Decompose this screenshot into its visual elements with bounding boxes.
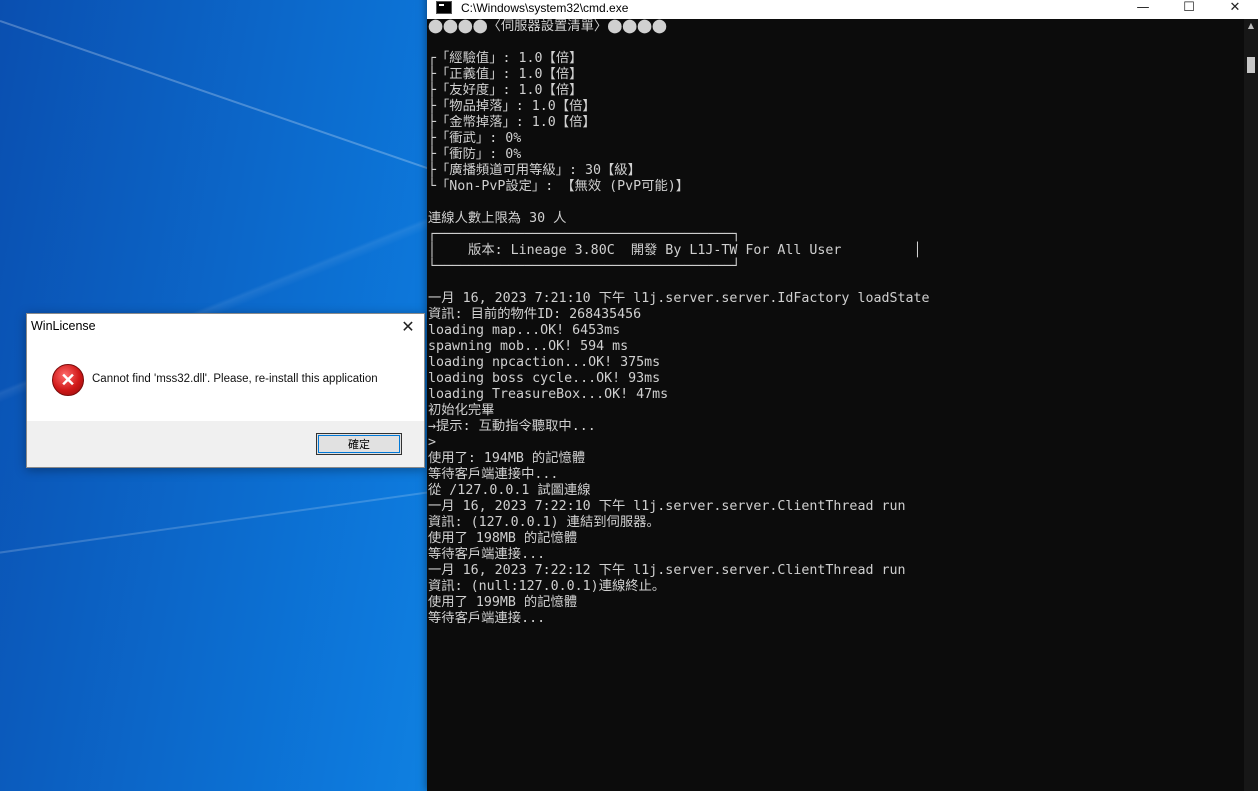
ok-button[interactable]: 確定 (316, 433, 402, 455)
scroll-up-arrow-icon[interactable]: ▲ (1244, 21, 1258, 31)
console-line: 一月 16, 2023 7:21:10 下午 l1j.server.server… (428, 291, 930, 306)
console-line: ├「正義值」: 1.0【倍】 (428, 67, 583, 82)
console-line: ├「衝武」: 0% (428, 131, 522, 146)
console-line: 等待客戶端連接... (428, 611, 546, 626)
console-scrollbar[interactable]: ▲ (1244, 19, 1258, 791)
console-line: └「Non-PvP設定」: 【無效 (PvP可能)】 (428, 179, 690, 194)
dialog-close-icon[interactable]: ✕ (400, 317, 416, 337)
console-line: 一月 16, 2023 7:22:12 下午 l1j.server.server… (428, 563, 906, 578)
dialog-title: WinLicense (31, 319, 96, 333)
console-line: →提示: 互動指令聽取中... (428, 419, 596, 434)
console-titlebar[interactable]: C:\Windows\system32\cmd.exe — ☐ ✕ (427, 0, 1258, 19)
winlicense-error-dialog: WinLicense ✕ ✕ Cannot find 'mss32.dll'. … (26, 313, 425, 468)
console-line: ├「友好度」: 1.0【倍】 (428, 83, 583, 98)
console-line: 從 /127.0.0.1 試圖連線 (428, 483, 591, 498)
console-line: loading map...OK! 6453ms (428, 323, 621, 338)
console-line: ├「廣播頻道可用等級」: 30【級】 (428, 163, 641, 178)
console-line: ⬤⬤⬤⬤〈伺服器設置清單〉⬤⬤⬤⬤ (428, 19, 667, 34)
close-button[interactable]: ✕ (1212, 0, 1258, 18)
console-line: ┌─────────────────────────────────────┐ (428, 227, 741, 242)
console-line: > (428, 435, 437, 450)
error-icon: ✕ (52, 364, 84, 396)
dialog-message: Cannot find 'mss32.dll'. Please, re-inst… (92, 373, 378, 385)
console-line: 等待客戶端連接中... (428, 467, 559, 482)
console-line: loading boss cycle...OK! 93ms (428, 371, 661, 386)
console-output[interactable]: ⬤⬤⬤⬤〈伺服器設置清單〉⬤⬤⬤⬤ ┌「經驗值」: 1.0【倍】 ├「正義值」: 1… (427, 19, 1244, 791)
console-app-icon (436, 1, 452, 14)
console-line: │ 版本: Lineage 3.80C 開發 By L1J-TW For All… (428, 243, 922, 258)
console-line: spawning mob...OK! 594 ms (428, 339, 629, 354)
console-line: 連線人數上限為 30 人 (428, 211, 567, 226)
console-line: └─────────────────────────────────────┘ (428, 259, 741, 274)
console-line: 一月 16, 2023 7:22:10 下午 l1j.server.server… (428, 499, 906, 514)
scroll-thumb[interactable] (1247, 57, 1255, 73)
console-window-title: C:\Windows\system32\cmd.exe (461, 0, 629, 15)
console-line: loading TreasureBox...OK! 47ms (428, 387, 669, 402)
console-window[interactable]: C:\Windows\system32\cmd.exe — ☐ ✕ ⬤⬤⬤⬤〈伺… (427, 0, 1258, 791)
window-controls: — ☐ ✕ (1120, 0, 1258, 18)
console-line: 初始化完畢 (428, 403, 495, 418)
console-line: 資訊: 目前的物件ID: 268435456 (428, 307, 642, 322)
console-line: ┌「經驗值」: 1.0【倍】 (428, 51, 583, 66)
wallpaper-light-beam (0, 20, 492, 192)
maximize-button[interactable]: ☐ (1166, 0, 1212, 18)
console-line: ├「金幣掉落」: 1.0【倍】 (428, 115, 596, 130)
console-line: 使用了 198MB 的記憶體 (428, 531, 578, 546)
console-line: ├「衝防」: 0% (428, 147, 522, 162)
console-line: 使用了 199MB 的記憶體 (428, 595, 578, 610)
console-line: 資訊: (null:127.0.0.1)連線終止。 (428, 579, 666, 594)
console-line: ├「物品掉落」: 1.0【倍】 (428, 99, 596, 114)
console-line: 等待客戶端連接... (428, 547, 546, 562)
console-line: 資訊: (127.0.0.1) 連結到伺服器。 (428, 515, 660, 530)
console-line: loading npcaction...OK! 375ms (428, 355, 661, 370)
console-line: 使用了: 194MB 的記憶體 (428, 451, 586, 466)
dialog-footer: 確定 (27, 421, 424, 467)
minimize-button[interactable]: — (1120, 0, 1166, 18)
